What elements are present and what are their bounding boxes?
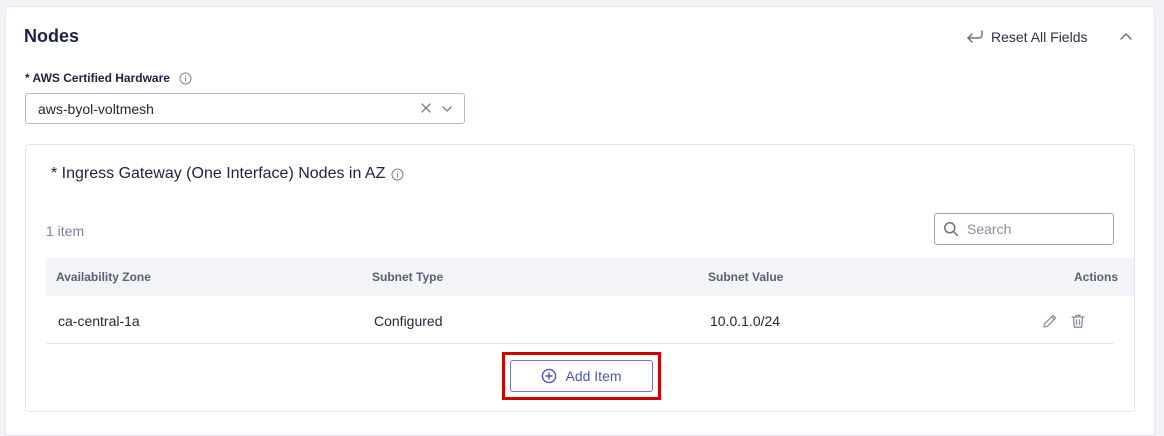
row-actions (1042, 313, 1086, 329)
edit-icon[interactable] (1042, 313, 1058, 329)
hardware-select-value: aws-byol-voltmesh (38, 100, 154, 117)
info-icon[interactable] (179, 72, 192, 85)
ingress-nodes-title-text: * Ingress Gateway (One Interface) Nodes … (51, 165, 386, 182)
column-header-availability-zone: Availability Zone (56, 270, 151, 284)
search-icon (944, 222, 959, 237)
info-icon[interactable] (391, 168, 404, 181)
plus-circle-icon (542, 368, 557, 384)
chevron-down-icon[interactable] (441, 103, 453, 115)
nodes-section-card: Nodes Reset All Fields * AWS Certified H… (5, 6, 1155, 436)
hardware-field-label: * AWS Certified Hardware (25, 71, 192, 85)
column-header-subnet-value: Subnet Value (708, 270, 784, 284)
collapse-section-button[interactable] (1118, 29, 1134, 45)
table-header: Availability Zone Subnet Type Subnet Val… (46, 258, 1134, 296)
reset-all-fields-button[interactable]: Reset All Fields (966, 27, 1087, 47)
search-box[interactable] (934, 213, 1114, 245)
trash-icon[interactable] (1070, 313, 1086, 329)
clear-icon[interactable] (420, 102, 432, 114)
hardware-select[interactable]: aws-byol-voltmesh (25, 93, 465, 124)
cell-availability-zone: ca-central-1a (58, 313, 140, 329)
ingress-nodes-title: * Ingress Gateway (One Interface) Nodes … (51, 165, 404, 183)
add-item-highlight: Add Item (502, 352, 661, 400)
ingress-nodes-block: * Ingress Gateway (One Interface) Nodes … (25, 144, 1135, 412)
cell-subnet-type: Configured (374, 313, 443, 329)
reset-all-fields-label: Reset All Fields (991, 29, 1088, 45)
search-input[interactable] (967, 221, 1097, 237)
reset-icon (966, 29, 984, 45)
section-title: Nodes (24, 26, 80, 46)
chevron-up-icon (1120, 33, 1132, 40)
add-item-label: Add Item (565, 368, 622, 384)
column-header-actions: Actions (1073, 270, 1118, 284)
add-item-button[interactable]: Add Item (510, 360, 653, 392)
table-row: ca-central-1a Configured 10.0.1.0/24 (46, 296, 1114, 344)
item-count: 1 item (46, 223, 85, 239)
cell-subnet-value: 10.0.1.0/24 (710, 313, 781, 329)
hardware-field-label-text: * AWS Certified Hardware (25, 71, 170, 85)
column-header-subnet-type: Subnet Type (372, 270, 444, 284)
